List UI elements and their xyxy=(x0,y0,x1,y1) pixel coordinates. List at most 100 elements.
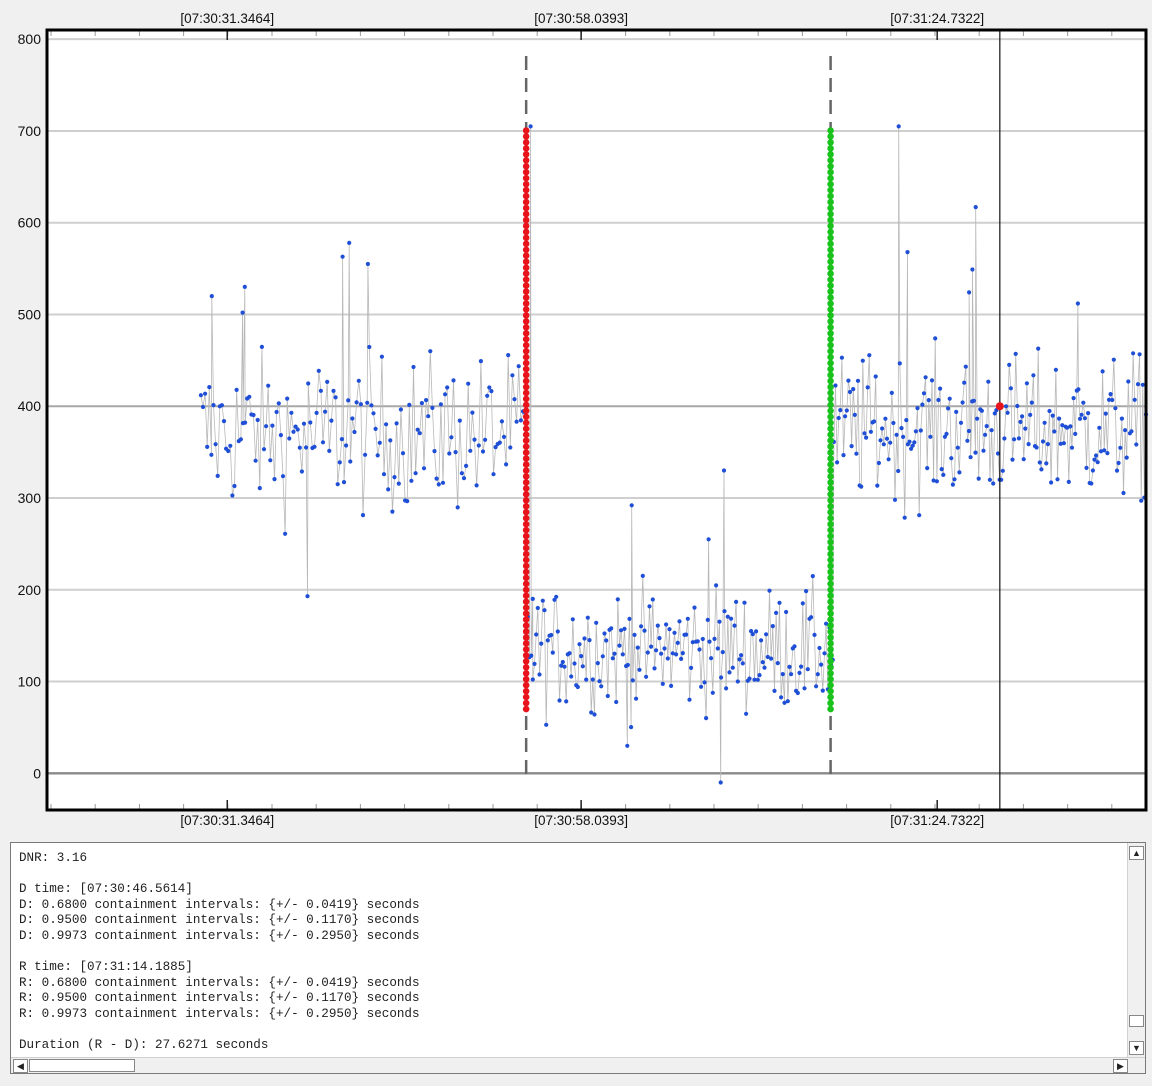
data-point xyxy=(812,632,817,638)
d-event-point xyxy=(522,503,530,510)
data-point xyxy=(649,644,654,649)
vertical-scrollbar[interactable]: ▲ ▼ xyxy=(1127,843,1145,1057)
data-point xyxy=(901,434,906,439)
data-point xyxy=(1129,429,1134,434)
d-event-point xyxy=(522,449,530,456)
data-point xyxy=(754,629,759,634)
data-point xyxy=(1040,439,1046,444)
r-event-point xyxy=(827,503,834,510)
data-point xyxy=(844,408,849,413)
scroll-down-button[interactable]: ▼ xyxy=(1129,1041,1144,1055)
data-point xyxy=(986,379,991,384)
data-point xyxy=(975,416,980,421)
data-point xyxy=(947,396,952,401)
r-event-point xyxy=(827,347,834,355)
d-event-point xyxy=(522,705,530,713)
r-event-point xyxy=(827,437,834,444)
data-point xyxy=(962,380,967,385)
d-event-point xyxy=(522,693,530,701)
data-point xyxy=(1008,386,1014,391)
data-point xyxy=(680,651,685,656)
report-line: R: 0.9500 containment intervals: {+/- 0.… xyxy=(19,991,420,1006)
r-event-point xyxy=(827,139,834,146)
data-point xyxy=(797,670,802,676)
report-panel[interactable]: DNR: 3.16 D time: [07:30:46.5614] D: 0.680… xyxy=(10,842,1146,1074)
r-event-point xyxy=(827,598,834,605)
vertical-scroll-thumb[interactable] xyxy=(1129,1015,1144,1027)
data-point xyxy=(604,638,609,643)
data-point xyxy=(1052,429,1057,434)
data-point xyxy=(575,684,580,690)
horizontal-scroll-thumb[interactable] xyxy=(29,1059,135,1072)
r-event-point xyxy=(827,395,834,403)
data-point xyxy=(878,438,883,443)
data-point xyxy=(735,679,740,684)
r-event-point xyxy=(827,228,834,236)
data-point xyxy=(1066,479,1071,484)
scroll-up-button[interactable]: ▲ xyxy=(1129,846,1144,860)
data-point xyxy=(795,690,800,696)
report-line xyxy=(19,1023,1127,1039)
data-point xyxy=(230,493,235,498)
data-point xyxy=(851,387,856,392)
report-line xyxy=(19,945,1127,961)
data-point xyxy=(530,677,535,682)
data-point xyxy=(1082,416,1087,421)
data-point xyxy=(1119,416,1124,421)
data-point xyxy=(1084,465,1089,470)
x-time-label-top: [07:31:24.7322] xyxy=(890,11,984,26)
data-point xyxy=(1105,451,1110,456)
d-event-point xyxy=(522,580,530,588)
data-point xyxy=(419,401,424,406)
plot-canvas[interactable]: 0 100 200 300 400 500 600 700 800 [07:30:31.3464]… xyxy=(0,0,1152,834)
light-curve-plot[interactable]: 0 100 200 300 400 500 600 700 800 [07:30:31.3464]… xyxy=(0,0,1152,834)
d-event-point xyxy=(522,664,530,671)
data-point xyxy=(872,419,877,424)
data-point xyxy=(889,390,894,395)
data-point xyxy=(1075,301,1080,306)
data-point xyxy=(381,472,387,477)
data-point xyxy=(727,670,732,675)
r-event-point xyxy=(827,664,834,671)
data-point xyxy=(530,596,535,602)
r-event-point xyxy=(827,186,834,194)
d-event-point xyxy=(522,174,530,182)
data-point xyxy=(1028,412,1033,417)
data-point xyxy=(602,631,607,636)
d-event-point xyxy=(522,198,530,206)
r-event-point xyxy=(827,550,834,558)
r-event-point xyxy=(827,353,834,361)
horizontal-scrollbar[interactable]: ◀ ▶ xyxy=(11,1057,1145,1073)
data-point xyxy=(991,481,996,486)
data-point xyxy=(1045,442,1050,447)
data-point xyxy=(585,615,590,620)
data-point xyxy=(610,656,615,661)
data-point xyxy=(892,497,898,502)
data-point xyxy=(501,434,507,439)
x-time-label-bottom: [07:31:24.7322] xyxy=(890,813,984,828)
data-point xyxy=(386,487,391,492)
data-point xyxy=(1094,453,1099,458)
data-point xyxy=(314,410,319,415)
data-point xyxy=(1134,442,1139,447)
d-event-point xyxy=(522,568,530,576)
data-point xyxy=(775,661,780,666)
data-point xyxy=(971,398,977,403)
data-point xyxy=(635,645,640,650)
data-point xyxy=(627,616,632,622)
data-point xyxy=(841,453,846,458)
data-point xyxy=(925,466,930,471)
data-point xyxy=(1031,373,1036,378)
data-point xyxy=(630,678,635,683)
scroll-right-button[interactable]: ▶ xyxy=(1113,1059,1128,1073)
r-event-point xyxy=(827,151,834,158)
data-point xyxy=(852,412,857,417)
x-time-label-top: [07:30:58.0393] xyxy=(534,11,628,26)
scroll-left-button[interactable]: ◀ xyxy=(13,1059,28,1073)
data-point xyxy=(430,405,435,410)
d-event-point xyxy=(522,258,530,266)
d-event-point xyxy=(522,389,530,397)
d-event-point xyxy=(522,204,530,212)
data-point xyxy=(968,455,973,460)
data-point xyxy=(957,470,962,475)
